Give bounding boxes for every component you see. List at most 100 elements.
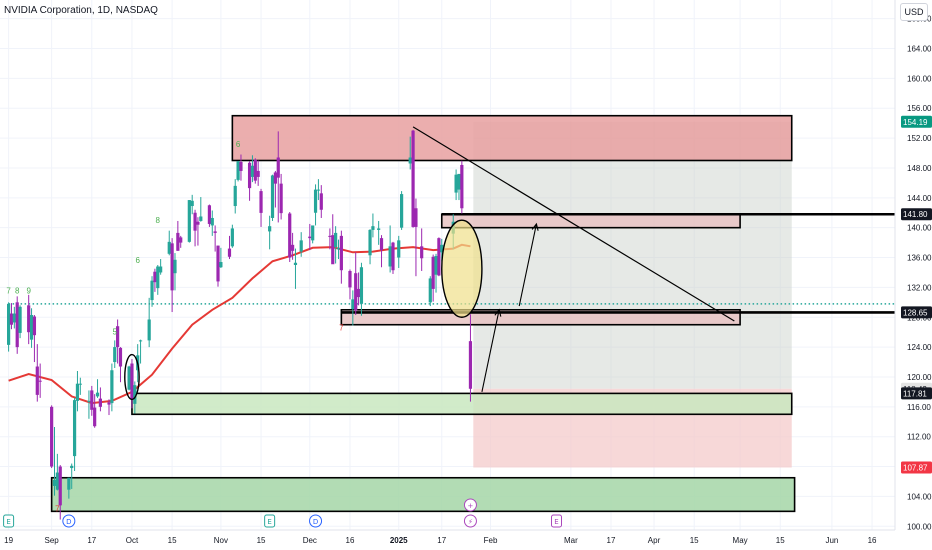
candle-body (316, 189, 321, 191)
candle-body (259, 191, 263, 213)
candle-body (72, 400, 77, 457)
candle-body (193, 212, 197, 231)
candle-body (336, 247, 341, 250)
x-tick-label: Feb (484, 536, 498, 545)
lightning-badge-label: ⚡ (468, 518, 473, 526)
candle-body (127, 366, 131, 390)
y-tick-label: 160.00 (907, 74, 932, 83)
signal-annotation: 6 (236, 140, 241, 149)
candle-body (187, 200, 191, 242)
candle-body (230, 228, 234, 247)
candle-body (113, 347, 117, 363)
candle-body (397, 240, 401, 258)
candle-body (78, 383, 82, 385)
candle-body (190, 200, 194, 207)
candle-body (276, 157, 280, 178)
candle-body (236, 161, 240, 180)
candle-body (331, 235, 335, 265)
candle-body (388, 246, 392, 267)
candle-body (176, 232, 180, 251)
dividend-badge-label: D (313, 518, 318, 526)
candle-body (414, 208, 418, 227)
candle-body (290, 244, 295, 251)
candle-body (98, 398, 103, 407)
candle-body (32, 316, 37, 336)
candle-body (159, 266, 163, 273)
candle-body (311, 225, 315, 241)
y-tick-label: 132.00 (907, 283, 932, 292)
candle-body (107, 402, 111, 405)
candle-body (411, 130, 415, 227)
candle-body (339, 235, 343, 271)
x-tick-label: 19 (4, 536, 13, 545)
candle-body (156, 266, 160, 289)
signal-annotation: 7 (55, 504, 60, 513)
candle-body (27, 305, 31, 333)
candle-body (93, 407, 97, 427)
support-zone-bottom (50, 476, 796, 513)
candle-body (437, 238, 441, 276)
candle-body (273, 172, 277, 184)
candle-body (87, 400, 91, 402)
x-tick-label: Oct (126, 536, 139, 545)
candle-body (170, 243, 174, 291)
candle-body (356, 288, 361, 298)
candle-body (359, 267, 364, 304)
price-chart[interactable]: 789865677100.00104.00108.00112.00116.001… (0, 0, 932, 550)
candle-body (293, 262, 298, 265)
y-tick-label: 100.00 (907, 522, 932, 531)
candle-body (308, 236, 312, 239)
dividend-badge-label: D (66, 518, 71, 526)
candle-body (35, 366, 39, 395)
x-tick-label: 17 (607, 536, 616, 545)
candle-body (216, 245, 220, 282)
candle-body (268, 226, 272, 232)
signal-annotation: 8 (156, 216, 161, 225)
x-tick-label: 16 (868, 536, 877, 545)
candle-body (319, 193, 323, 210)
candle-body (408, 157, 412, 164)
y-tick-label: 136.00 (907, 254, 932, 263)
candle-body (379, 238, 384, 251)
y-tick-label: 124.00 (907, 343, 932, 352)
candle-body (90, 390, 94, 410)
candle-body (147, 319, 151, 341)
candle-body (58, 466, 62, 506)
candle-body (75, 383, 80, 401)
candle-body (313, 189, 318, 213)
x-tick-label: 15 (690, 536, 699, 545)
candle-body (371, 226, 375, 230)
candle-body (377, 228, 381, 230)
y-tick-label: 140.00 (907, 224, 932, 233)
symbol-title: NVIDIA Corporation, 1D, NASDAQ (4, 5, 158, 16)
candle-body (400, 194, 404, 228)
candle-body (239, 161, 243, 171)
y-tick-label: 152.00 (907, 134, 932, 143)
price-tag-label: 141.80 (903, 210, 928, 219)
candle-body (29, 315, 34, 340)
candle-body (299, 240, 303, 252)
signal-annotation: 5 (113, 327, 118, 336)
candle-body (118, 347, 123, 367)
x-tick-label: 16 (346, 536, 355, 545)
y-tick-label: 164.00 (907, 45, 932, 54)
candle-body (18, 306, 22, 333)
earnings-badge-label: E (267, 518, 271, 526)
candle-body (179, 237, 183, 243)
candle-body (150, 280, 154, 301)
candle-body (173, 259, 177, 274)
candle-body (55, 472, 59, 490)
candle-body (67, 477, 71, 490)
y-tick-label: 148.00 (907, 164, 932, 173)
resistance-zone-top (231, 114, 793, 162)
candle-body (354, 273, 358, 311)
candle-body (270, 175, 275, 218)
x-tick-label: 17 (437, 536, 446, 545)
x-tick-label: Nov (214, 536, 228, 545)
y-tick-label: 120.00 (907, 373, 932, 382)
currency-button[interactable]: USD (900, 3, 928, 21)
projection-profit-zone (473, 121, 792, 389)
candle-body (428, 278, 432, 303)
price-tag-label: 154.19 (903, 118, 928, 127)
signal-annotation: 7 (6, 286, 11, 295)
